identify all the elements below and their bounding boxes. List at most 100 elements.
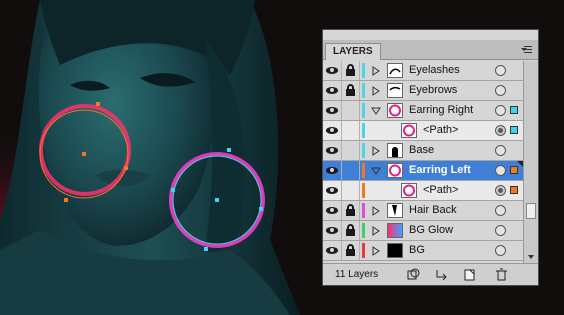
target-icon[interactable]	[495, 125, 506, 136]
panel-footer: 11 Layers	[323, 263, 538, 285]
sublayer-row[interactable]: <Path>	[323, 121, 523, 141]
lock-toggle[interactable]	[342, 181, 360, 200]
anchor-point	[204, 247, 208, 251]
target-icon[interactable]	[495, 205, 506, 216]
expand-triangle-icon[interactable]	[371, 146, 381, 156]
layer-color-swatch	[362, 183, 365, 198]
visibility-toggle[interactable]	[323, 221, 342, 240]
layer-thumbnail	[387, 143, 403, 158]
lock-toggle[interactable]	[342, 101, 360, 120]
selection-indicator[interactable]	[510, 126, 518, 134]
visibility-toggle[interactable]	[323, 101, 342, 120]
layer-name[interactable]: Eyebrows	[409, 84, 457, 96]
panel-menu-icon[interactable]	[521, 45, 533, 55]
lock-toggle[interactable]	[342, 161, 360, 180]
eye-icon	[326, 147, 338, 154]
expand-triangle-icon[interactable]	[371, 86, 381, 96]
expand-triangle-icon[interactable]	[371, 66, 381, 76]
scroll-down-arrow-icon[interactable]	[528, 255, 534, 259]
layer-name[interactable]: Hair Back	[409, 204, 457, 216]
layer-row[interactable]: Earring Left	[323, 161, 523, 181]
lock-toggle[interactable]	[342, 121, 360, 140]
layer-row[interactable]: Earring Right	[323, 101, 523, 121]
panel-tab-bar: LAYERS	[323, 40, 538, 60]
target-icon[interactable]	[495, 105, 506, 116]
eye-icon	[326, 127, 338, 134]
make-clipping-mask-icon[interactable]	[407, 268, 420, 281]
create-sublayer-icon[interactable]	[435, 268, 448, 281]
layer-name[interactable]: Base	[409, 144, 434, 156]
expand-triangle-icon[interactable]	[371, 206, 381, 216]
visibility-toggle[interactable]	[323, 241, 342, 260]
layer-color-swatch	[362, 163, 365, 178]
layer-color-swatch	[362, 83, 365, 98]
create-new-layer-icon[interactable]	[463, 268, 476, 281]
expand-triangle-open-icon[interactable]	[371, 106, 381, 116]
lock-toggle[interactable]	[342, 221, 360, 240]
expand-triangle-open-icon[interactable]	[371, 166, 381, 176]
lock-toggle[interactable]	[342, 201, 360, 220]
eye-icon	[326, 247, 338, 254]
layer-row[interactable]: Eyebrows	[323, 81, 523, 101]
target-icon[interactable]	[495, 185, 506, 196]
target-icon[interactable]	[495, 245, 506, 256]
layer-name[interactable]: BG Glow	[409, 224, 453, 236]
sublayer-row[interactable]: <Path>	[323, 181, 523, 201]
lock-toggle[interactable]	[342, 241, 360, 260]
anchor-point	[124, 166, 128, 170]
scrollbar-thumb[interactable]	[526, 203, 536, 219]
visibility-toggle[interactable]	[323, 201, 342, 220]
layer-name[interactable]: BG	[409, 244, 425, 256]
eye-icon	[326, 167, 338, 174]
layer-thumbnail	[401, 183, 417, 198]
selection-indicator[interactable]	[510, 166, 518, 174]
tab-layers[interactable]: LAYERS	[325, 43, 381, 60]
layer-thumbnail	[387, 163, 403, 178]
layer-thumbnail	[387, 203, 403, 218]
lock-icon	[346, 69, 355, 76]
layer-color-swatch	[362, 203, 365, 218]
layer-name[interactable]: <Path>	[423, 184, 458, 196]
layer-color-swatch	[362, 103, 365, 118]
delete-layer-icon[interactable]	[495, 268, 508, 281]
layer-name[interactable]: <Path>	[423, 124, 458, 136]
layer-thumbnail	[387, 83, 403, 98]
layer-row[interactable]: Eyelashes	[323, 61, 523, 81]
lock-icon	[346, 89, 355, 96]
target-icon[interactable]	[495, 145, 506, 156]
layer-row[interactable]: BG	[323, 241, 523, 261]
layers-scrollbar[interactable]	[523, 61, 538, 263]
layer-name[interactable]: Earring Left	[409, 164, 471, 176]
visibility-toggle[interactable]	[323, 121, 342, 140]
selection-indicator[interactable]	[510, 106, 518, 114]
lock-toggle[interactable]	[342, 81, 360, 100]
eye-icon	[326, 227, 338, 234]
eye-icon	[326, 67, 338, 74]
target-icon[interactable]	[495, 65, 506, 76]
visibility-toggle[interactable]	[323, 61, 342, 80]
lock-toggle[interactable]	[342, 141, 360, 160]
expand-triangle-icon[interactable]	[371, 246, 381, 256]
visibility-toggle[interactable]	[323, 161, 342, 180]
visibility-toggle[interactable]	[323, 141, 342, 160]
selection-indicator[interactable]	[510, 186, 518, 194]
target-icon[interactable]	[495, 225, 506, 236]
visibility-toggle[interactable]	[323, 181, 342, 200]
visibility-toggle[interactable]	[323, 81, 342, 100]
anchor-point	[171, 188, 175, 192]
lock-icon	[346, 249, 355, 256]
layers-list: Eyelashes Eyebrows Earring Right <Path> Base…	[323, 61, 523, 261]
layer-row[interactable]: Hair Back	[323, 201, 523, 221]
target-icon[interactable]	[495, 165, 506, 176]
target-icon[interactable]	[495, 85, 506, 96]
lock-icon	[346, 229, 355, 236]
layer-name[interactable]: Earring Right	[409, 104, 473, 116]
eye-icon	[326, 187, 338, 194]
eye-icon	[326, 207, 338, 214]
lock-toggle[interactable]	[342, 61, 360, 80]
layer-row[interactable]: BG Glow	[323, 221, 523, 241]
layer-thumbnail	[387, 223, 403, 238]
expand-triangle-icon[interactable]	[371, 226, 381, 236]
layer-row[interactable]: Base	[323, 141, 523, 161]
layer-name[interactable]: Eyelashes	[409, 64, 460, 76]
